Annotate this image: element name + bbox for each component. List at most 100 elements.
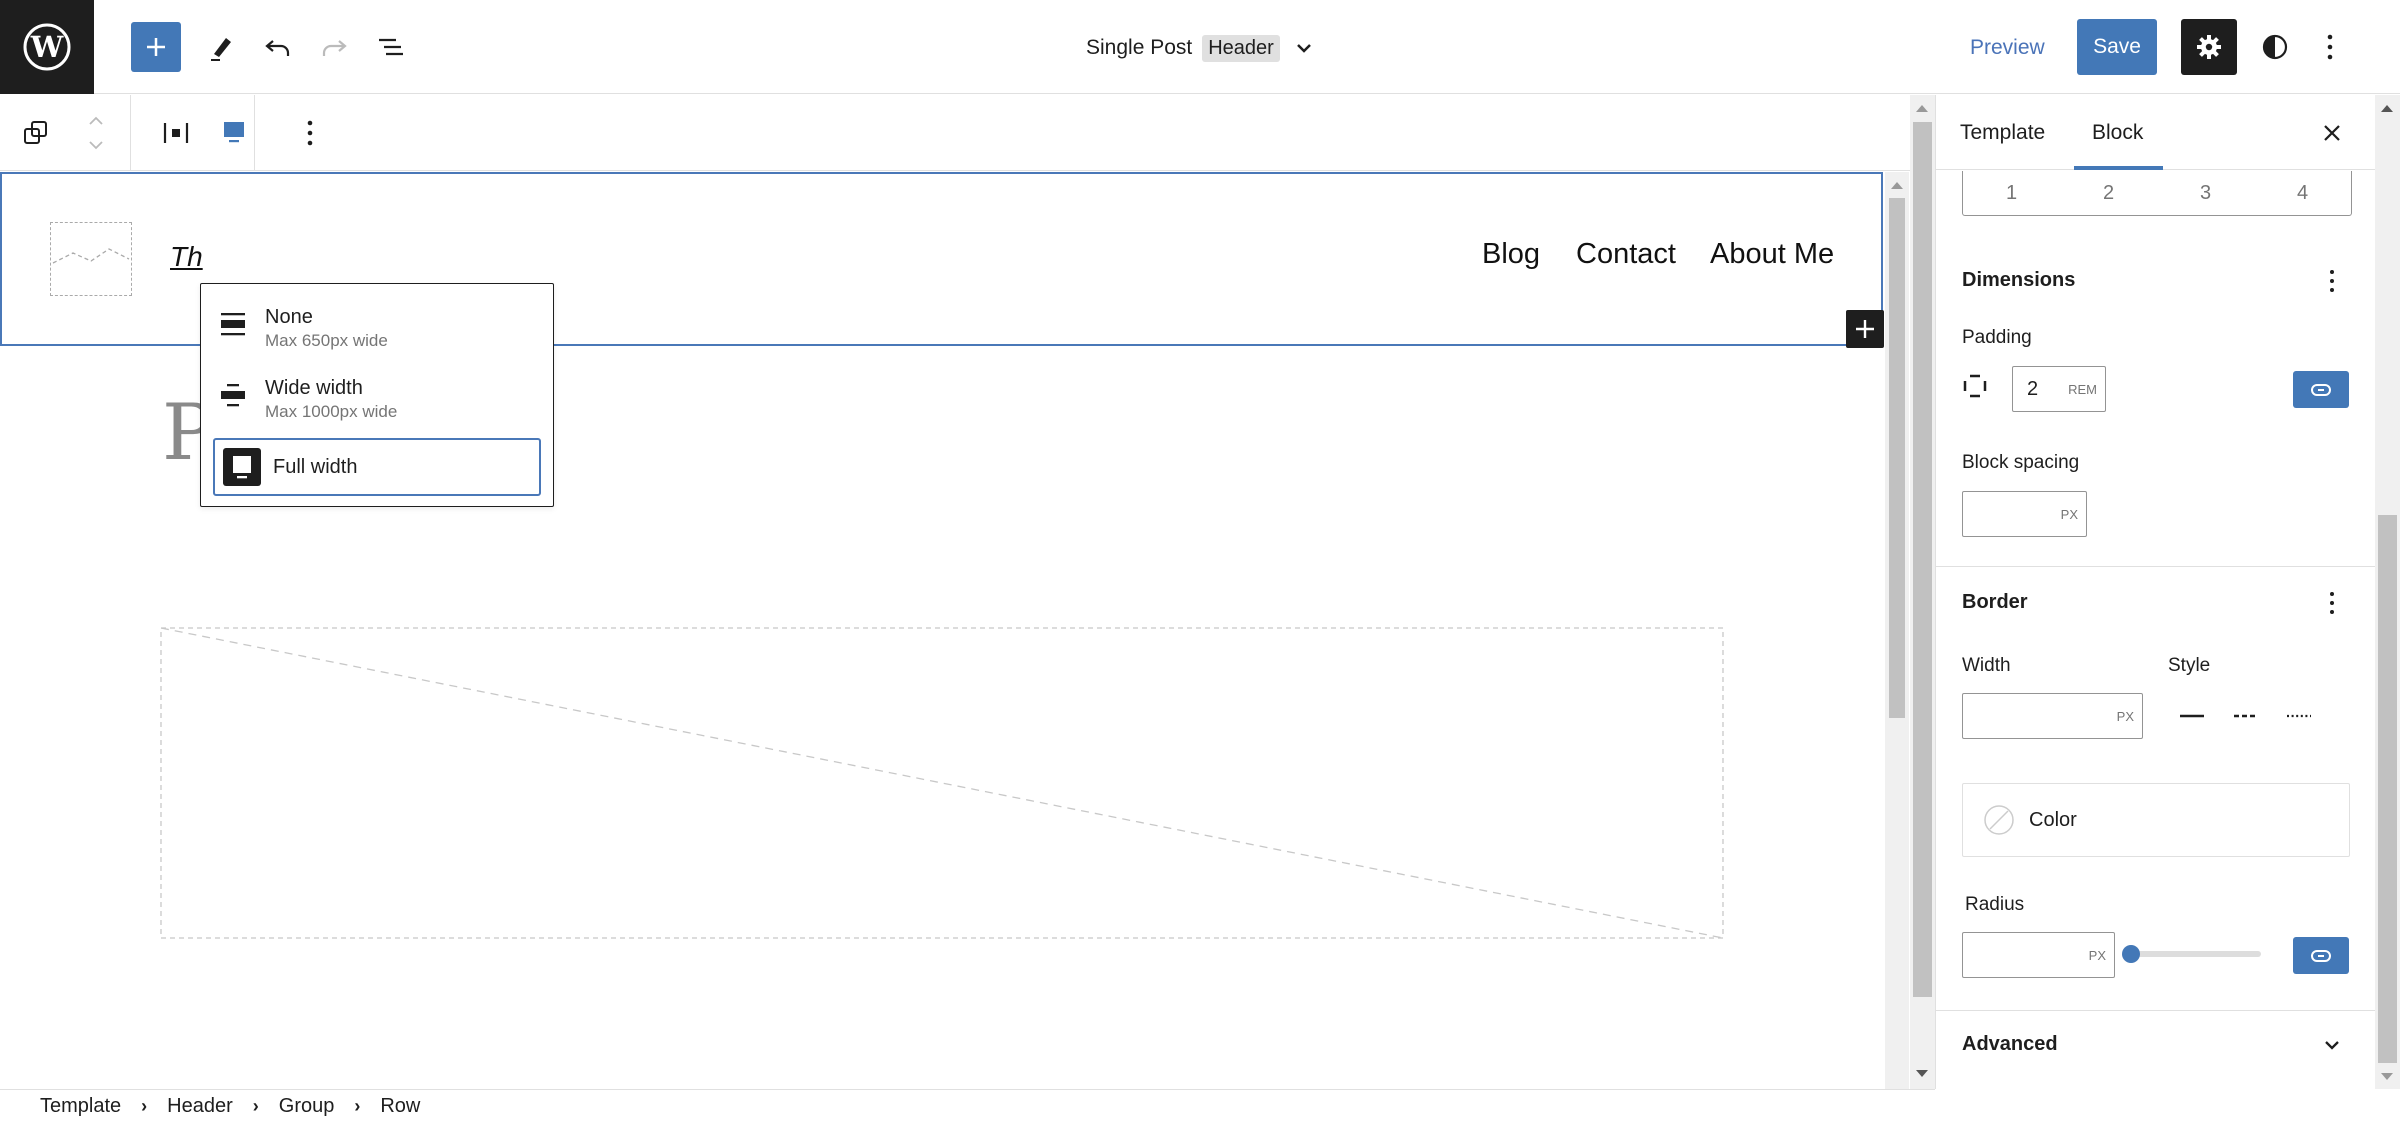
dimensions-options-button[interactable] [2312,261,2352,301]
border-options-button[interactable] [2312,583,2352,623]
align-option-description: Max 650px wide [265,331,388,350]
padding-label: Padding [1962,327,2032,348]
border-style-solid-icon[interactable] [2172,701,2212,731]
scrollbar-thumb[interactable] [2378,515,2397,1063]
select-parent-button[interactable] [14,109,58,157]
breadcrumb-row: Row [380,1095,421,1117]
align-full-icon [233,456,251,479]
preview-button[interactable]: Preview [1970,26,2045,70]
options-button[interactable] [2305,22,2355,72]
block-more-options-button[interactable] [286,109,334,157]
canvas-scrollbar[interactable] [1910,95,1935,1089]
scroll-down-arrow-icon[interactable] [2381,1073,2393,1080]
padding-unit[interactable]: REM [2068,382,2097,397]
justify-center-icon [163,123,189,143]
scroll-up-arrow-icon[interactable] [1891,182,1903,189]
columns-toggle-group: 1 2 3 4 [1962,171,2352,216]
scrollbar-thumb[interactable] [1889,198,1905,718]
template-part-badge: Header [1202,34,1280,62]
padding-link-sides-button[interactable] [2293,371,2349,408]
columns-option-3[interactable]: 3 [2157,171,2254,215]
block-inserter-button[interactable] [1846,310,1884,348]
align-option-full[interactable]: Full width [213,438,541,496]
scroll-down-arrow-icon[interactable] [1916,1070,1928,1077]
redo-button[interactable] [309,22,359,72]
radius-input[interactable]: PX [1962,932,2115,978]
align-option-wide[interactable]: Wide width Max 1000px wide [213,375,541,423]
align-button[interactable] [210,109,258,157]
svg-text:W: W [30,30,64,64]
more-vertical-icon [2327,34,2333,60]
block-spacing-unit[interactable]: PX [2061,507,2078,522]
close-icon [2324,125,2340,141]
styles-button[interactable] [2250,22,2300,72]
align-option-none[interactable]: None Max 650px wide [213,304,541,352]
border-title[interactable]: Border [1962,591,2028,614]
scroll-up-arrow-icon[interactable] [1916,105,1928,112]
document-title-bar[interactable]: Single Post Header [1086,30,1314,66]
wordpress-logo-button[interactable]: W [0,0,94,94]
radius-slider-track[interactable] [2131,951,2261,957]
chevron-down-icon [89,141,103,150]
add-block-button[interactable] [131,22,181,72]
tab-block[interactable]: Block [2073,95,2164,170]
site-title[interactable]: Th [170,241,203,273]
advanced-title[interactable]: Advanced [1962,1033,2058,1056]
dimensions-panel: Dimensions Padding 2 REM Block spacing P… [1936,239,2376,567]
toolbar-divider [254,95,255,171]
advanced-panel[interactable]: Advanced [1936,1011,2376,1089]
plus-icon [147,38,165,56]
more-vertical-icon [2330,592,2334,614]
columns-option-4[interactable]: 4 [2254,171,2351,215]
breadcrumb-group[interactable]: Group [279,1095,335,1118]
tools-button[interactable] [196,22,246,72]
padding-value: 2 [2027,377,2039,400]
save-button[interactable]: Save [2077,19,2157,75]
border-color-button[interactable]: Color [1962,783,2350,857]
align-option-description: Max 1000px wide [265,402,398,421]
block-toolbar [0,95,1910,171]
undo-button[interactable] [253,22,303,72]
columns-option-2[interactable]: 2 [2060,171,2157,215]
chevron-down-icon[interactable] [1294,38,1314,58]
padding-input[interactable]: 2 REM [2012,366,2106,412]
border-width-unit[interactable]: PX [2117,709,2134,724]
padding-sides-icon[interactable] [1962,373,1988,399]
breadcrumb-header[interactable]: Header [167,1095,233,1118]
move-up-button[interactable] [80,107,112,133]
contrast-icon [2262,34,2288,60]
scrollbar-thumb[interactable] [1913,122,1932,997]
move-down-button[interactable] [80,133,112,159]
justify-button[interactable] [152,109,200,157]
breadcrumb-template[interactable]: Template [40,1095,121,1118]
border-style-dotted-icon[interactable] [2279,701,2319,731]
scroll-up-arrow-icon[interactable] [2381,105,2393,112]
dimensions-title[interactable]: Dimensions [1962,269,2075,292]
site-logo-placeholder[interactable] [50,222,132,296]
radius-slider-thumb[interactable] [2122,945,2140,963]
full-width-align-icon [224,122,244,143]
nav-link-blog[interactable]: Blog [1482,238,1540,271]
close-sidebar-button[interactable] [2312,113,2352,153]
block-spacing-input[interactable]: PX [1962,491,2087,537]
settings-button[interactable] [2181,19,2237,75]
nav-link-contact[interactable]: Contact [1576,238,1676,271]
document-title: Single Post [1086,36,1193,59]
nav-link-about-me[interactable]: About Me [1710,238,1834,271]
radius-label: Radius [1965,894,2025,915]
canvas-inner-scrollbar[interactable] [1885,172,1909,1089]
border-width-input[interactable]: PX [1962,693,2143,739]
more-vertical-icon [307,120,313,146]
redo-icon [322,40,347,56]
document-overview-button[interactable] [366,22,416,72]
featured-image-placeholder[interactable] [160,627,1724,939]
advanced-expand-button[interactable] [2312,1025,2352,1065]
tab-template[interactable]: Template [1960,95,2045,170]
radius-unit[interactable]: PX [2089,948,2106,963]
sidebar-scrollbar[interactable] [2375,95,2400,1089]
radius-link-corners-button[interactable] [2293,937,2349,974]
columns-option-1[interactable]: 1 [1963,171,2060,215]
image-placeholder-icon [52,248,130,264]
list-view-icon [379,38,403,56]
border-style-dashed-icon[interactable] [2226,701,2266,731]
